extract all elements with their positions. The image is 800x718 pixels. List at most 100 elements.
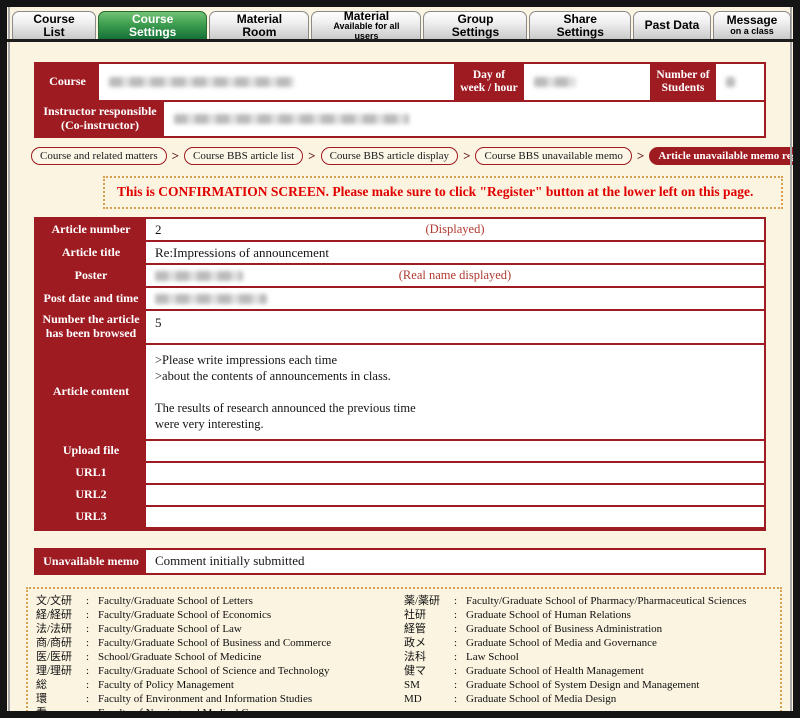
legend-desc: Faculty/Graduate School of Pharmacy/Phar… [466,594,772,608]
course-info-row-1: Course Day of week / hour Number of Stud… [36,64,764,100]
legend-item: 総:Faculty of Policy Management [36,678,404,692]
tab-group-settings[interactable]: Group Settings [423,11,527,39]
legend-desc: Faculty/Graduate School of Law [98,622,404,636]
legend-separator: : [454,608,466,622]
tab-course-list[interactable]: Course List [12,11,96,39]
legend-separator: : [86,692,98,706]
table-row: URL2 [36,483,764,505]
legend-item: SM:Graduate School of System Design and … [404,678,772,692]
legend-separator: : [454,664,466,678]
legend-item: 社研:Graduate School of Human Relations [404,608,772,622]
breadcrumb-separator: > [307,148,316,164]
breadcrumb-separator: > [462,148,471,164]
tab-material-room[interactable]: Material Room [209,11,309,39]
legend-item: 健マ:Graduate School of Health Management [404,664,772,678]
legend-separator: : [86,608,98,622]
tab-material[interactable]: MaterialAvailable for all users [311,11,421,39]
faculty-legend: 文/文研:Faculty/Graduate School of Letters経… [26,587,782,718]
page: Course ListCourse Settings Material Room M… [0,0,800,718]
instructor-value-blurred [174,114,409,124]
course-info-table: Course Day of week / hour Number of Stud… [34,62,766,138]
legend-item: 医/医研:School/Graduate School of Medicine [36,650,404,664]
legend-item: 法/法研:Faculty/Graduate School of Law [36,622,404,636]
breadcrumb-item-course-bbs-article-display[interactable]: Course BBS article display [321,147,458,165]
legend-desc: Graduate School of Health Management [466,664,772,678]
number-of-students-label: Number of Students [650,64,716,100]
legend-item: MD:Graduate School of Media Design [404,692,772,706]
article-number-value-cell: 2 (Displayed) [146,219,764,240]
legend-abbr: 法科 [404,650,454,664]
legend-separator: : [454,692,466,706]
legend-desc: Graduate School of Business Administrati… [466,622,772,636]
table-row: Article title Re:Impressions of announce… [36,240,764,263]
upload-file-label: Upload file [36,441,146,461]
legend-desc: School/Graduate School of Medicine [98,650,404,664]
legend-desc: Graduate School of System Design and Man… [466,678,772,692]
legend-separator: : [86,622,98,636]
legend-abbr: 薬/薬研 [404,594,454,608]
breadcrumb-item-course-and-related-matters[interactable]: Course and related matters [31,147,167,165]
tab-past-data[interactable]: Past Data [633,11,711,39]
legend-abbr: 経/経研 [36,608,86,622]
legend-abbr: 社研 [404,608,454,622]
legend-separator: : [454,678,466,692]
number-of-students-value-cell [716,64,764,100]
legend-desc: Graduate School of Media and Governance [466,636,772,650]
poster-value-blurred [155,271,243,281]
legend-abbr: MD [404,692,454,706]
faculty-legend-right-column: 薬/薬研:Faculty/Graduate School of Pharmacy… [404,594,772,718]
legend-desc: Faculty of Nursing and Medical Care [98,706,404,718]
legend-abbr: 政メ [404,636,454,650]
legend-desc: Law School [466,650,772,664]
unavailable-memo-label: Unavailable memo [36,550,146,573]
article-content-label: Article content [36,345,146,439]
post-date-value-cell [146,288,764,309]
day-of-week-label: Day of week / hour [454,64,524,100]
poster-note: (Real name displayed) [399,268,511,283]
legend-desc: Faculty of Policy Management [98,678,404,692]
course-value-cell [99,64,454,100]
legend-desc: Graduate School of Media Design [466,692,772,706]
tab-course-settings[interactable]: Course Settings [98,11,207,39]
legend-separator: : [86,594,98,608]
legend-desc: Faculty/Graduate School of Business and … [98,636,404,650]
legend-separator: : [454,636,466,650]
legend-separator: : [454,622,466,636]
poster-label: Poster [36,265,146,286]
legend-item: 薬/薬研:Faculty/Graduate School of Pharmacy… [404,594,772,608]
article-number-label: Article number [36,219,146,240]
legend-desc: Graduate School of Human Relations [466,608,772,622]
table-row: Post date and time [36,286,764,309]
article-number-note: (Displayed) [425,222,484,237]
legend-item: 経管:Graduate School of Business Administr… [404,622,772,636]
tab-share-settings[interactable]: Share Settings [529,11,631,39]
tab-label: Material Room [219,13,299,38]
tab-sublabel: on a class [730,27,774,36]
legend-item: 政メ:Graduate School of Media and Governan… [404,636,772,650]
legend-item: 文/文研:Faculty/Graduate School of Letters [36,594,404,608]
breadcrumb-item-course-bbs-article-list[interactable]: Course BBS article list [184,147,303,165]
article-table: Article number 2 (Displayed) Article tit… [34,217,766,531]
breadcrumb-item-course-bbs-unavailable-memo[interactable]: Course BBS unavailable memo [475,147,631,165]
faculty-legend-left-column: 文/文研:Faculty/Graduate School of Letters経… [36,594,404,718]
legend-item: 商/商研:Faculty/Graduate School of Business… [36,636,404,650]
legend-desc: Faculty of Environment and Information S… [98,692,404,706]
tab-bar: Course ListCourse Settings Material Room M… [7,7,793,42]
legend-separator: : [86,650,98,664]
upload-file-value [146,441,764,461]
post-date-label: Post date and time [36,288,146,309]
legend-abbr: 法/法研 [36,622,86,636]
confirmation-warning: This is CONFIRMATION SCREEN. Please make… [103,176,783,209]
legend-separator: : [86,664,98,678]
poster-value-cell: (Real name displayed) [146,265,764,286]
instructor-value-cell [164,102,764,136]
tab-message[interactable]: Messageon a class [713,11,791,39]
legend-separator: : [454,650,466,664]
legend-abbr: 理/理研 [36,664,86,678]
legend-separator: : [454,594,466,608]
post-date-value-blurred [155,294,267,304]
legend-abbr: 看 [36,706,86,718]
browse-count-label: Number the article has been browsed [36,311,146,343]
table-row: Unavailable memo Comment initially submi… [36,550,764,573]
day-of-week-value-cell [524,64,650,100]
